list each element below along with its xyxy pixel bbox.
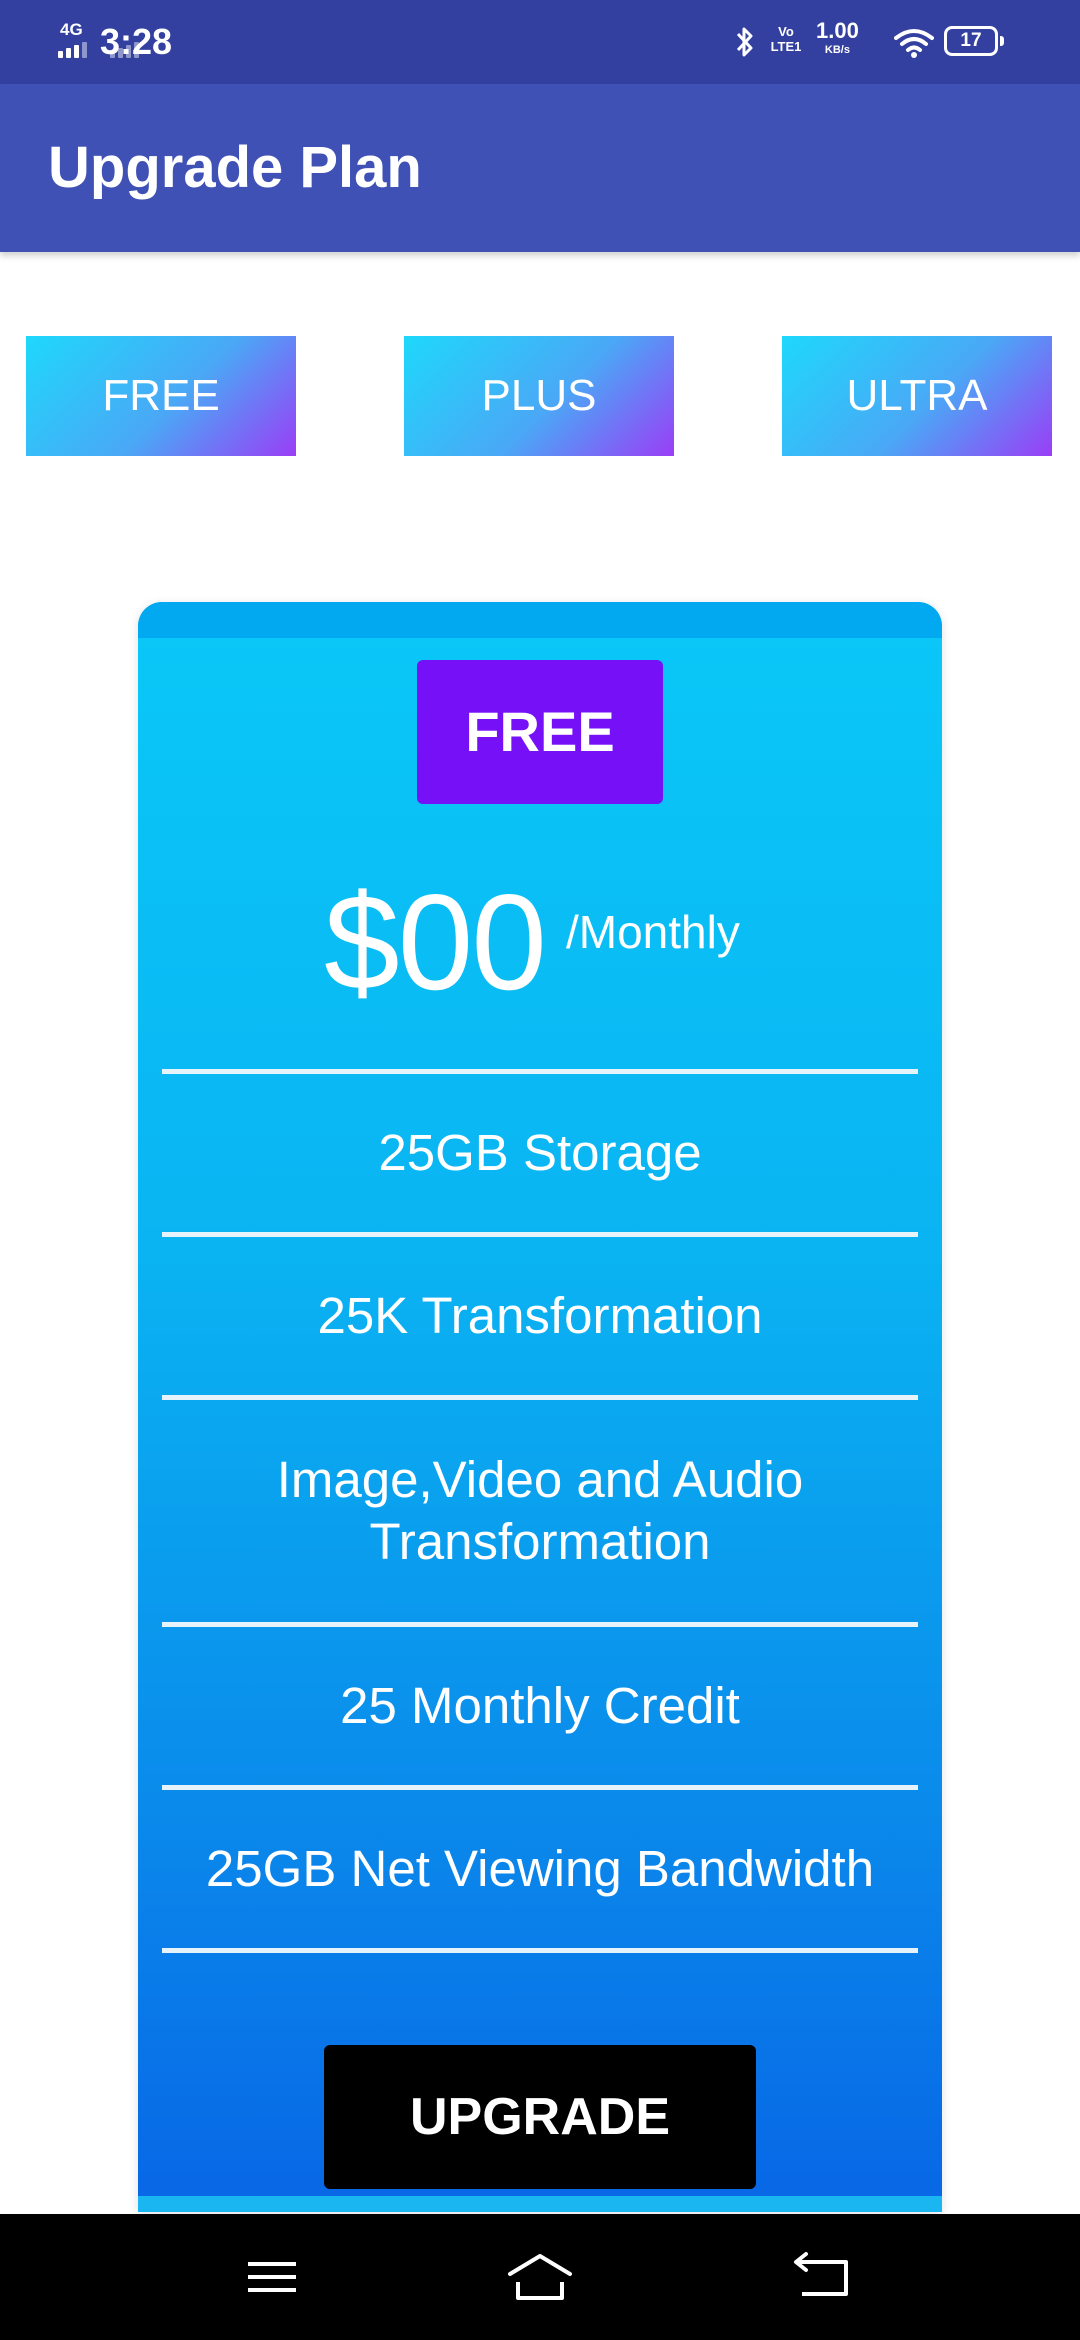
divider bbox=[162, 1948, 918, 1953]
signal-indicator: 4G bbox=[56, 18, 139, 66]
page-title: Upgrade Plan bbox=[48, 135, 422, 200]
navigation-bar bbox=[0, 2214, 1080, 2340]
card-header-band bbox=[138, 602, 942, 638]
pricing-card: FREE $00 /Monthly 25GB Storage 25K Trans… bbox=[138, 602, 942, 2212]
network-type: 4G bbox=[60, 20, 83, 39]
home-icon[interactable] bbox=[500, 2242, 580, 2312]
volte-label: Vo LTE1 bbox=[770, 24, 802, 54]
speed-value: 1.00 bbox=[816, 18, 859, 43]
upgrade-button[interactable]: UPGRADE bbox=[324, 2045, 756, 2189]
battery-icon: 17 bbox=[944, 26, 1004, 56]
feature-media-transformation: Image,Video and Audio Transformation bbox=[162, 1400, 918, 1622]
feature-media-transformation-label: Image,Video and Audio Transformation bbox=[276, 1451, 804, 1570]
wifi-icon bbox=[894, 29, 934, 58]
feature-monthly-credit: 25 Monthly Credit bbox=[340, 1677, 740, 1734]
tab-free[interactable]: FREE bbox=[26, 336, 296, 456]
clock: 3:28 bbox=[100, 21, 173, 62]
plan-name-badge: FREE bbox=[417, 660, 663, 804]
billing-period: /Monthly bbox=[566, 906, 740, 958]
status-icons: Vo LTE1 1.00 KB/s 17 bbox=[734, 18, 1024, 66]
feature-transformation: 25K Transformation bbox=[317, 1287, 763, 1344]
speed-unit: KB/s bbox=[824, 44, 850, 56]
bluetooth-icon bbox=[736, 27, 753, 57]
feature-bandwidth: 25GB Net Viewing Bandwidth bbox=[205, 1840, 875, 1897]
app-bar: Upgrade Plan bbox=[0, 84, 1080, 252]
back-icon[interactable] bbox=[784, 2242, 864, 2312]
tab-plus[interactable]: PLUS bbox=[404, 336, 674, 456]
feature-storage: 25GB Storage bbox=[378, 1124, 702, 1181]
plan-price: $00 bbox=[324, 866, 547, 1018]
tab-ultra[interactable]: ULTRA bbox=[782, 336, 1052, 456]
network-speed: 1.00 KB/s bbox=[816, 20, 859, 56]
signal-icon bbox=[58, 42, 87, 58]
menu-icon[interactable] bbox=[232, 2242, 312, 2312]
feature-list: 25GB Storage 25K Transformation Image,Vi… bbox=[162, 1069, 918, 1953]
card-footer-band bbox=[138, 2196, 942, 2212]
status-bar: 4G 3:28 Vo LTE1 1.00 KB/s 17 bbox=[0, 0, 1080, 84]
